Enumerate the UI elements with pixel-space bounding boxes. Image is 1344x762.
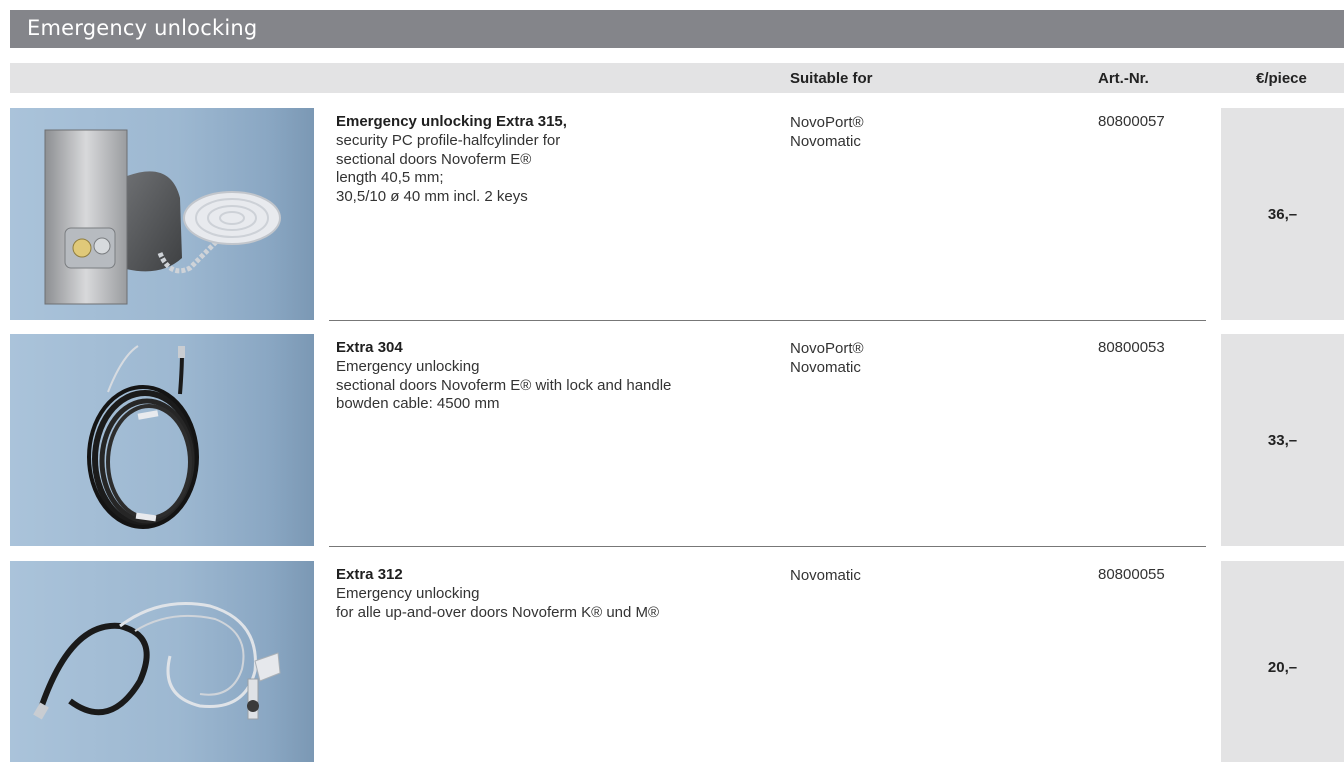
- coiled-bowden-cable-image: [87, 345, 199, 529]
- product-price: 33,–: [1267, 432, 1298, 449]
- table-header: Suitable for Art.-Nr. €/piece: [10, 63, 1344, 93]
- column-header-suitable-for: Suitable for: [790, 70, 873, 87]
- product-name: Extra 312: [336, 566, 403, 583]
- row-divider: [329, 546, 1206, 547]
- column-header-art-nr: Art.-Nr.: [1098, 70, 1149, 87]
- row-divider: [329, 320, 1206, 321]
- product-art-nr: 80800057: [1098, 113, 1165, 130]
- product-description: Emergency unlocking sectional doors Novo…: [336, 358, 672, 412]
- product-suitable-for: NovoPort® Novomatic: [790, 114, 864, 150]
- product-image: [10, 108, 314, 320]
- price-cell: 20,–: [1221, 561, 1344, 762]
- product-name: Extra 304: [336, 339, 403, 356]
- cable-with-handle-image: [33, 602, 281, 720]
- product-price: 36,–: [1267, 206, 1298, 223]
- price-cell: 36,–: [1221, 108, 1344, 320]
- product-image: [10, 334, 314, 546]
- column-header-price: €/piece: [1256, 70, 1307, 87]
- product-art-nr: 80800055: [1098, 566, 1165, 583]
- lock-cylinder-with-cable-image: [44, 129, 281, 305]
- product-suitable-for: NovoPort® Novomatic: [790, 340, 864, 376]
- section-title: Emergency unlocking: [27, 16, 258, 40]
- product-description: security PC profile-halfcylinder for sec…: [336, 132, 561, 205]
- product-description: Emergency unlocking for alle up-and-over…: [336, 585, 660, 621]
- product-row: Extra 304 Emergency unlocking sectional …: [0, 334, 1344, 546]
- product-image: [10, 561, 314, 762]
- product-price: 20,–: [1267, 659, 1298, 676]
- product-row: Emergency unlocking Extra 315, security …: [0, 108, 1344, 320]
- price-cell: 33,–: [1221, 334, 1344, 546]
- product-suitable-for: Novomatic: [790, 567, 861, 584]
- product-art-nr: 80800053: [1098, 339, 1165, 356]
- section-title-bar: Emergency unlocking: [10, 10, 1344, 48]
- product-row: Extra 312 Emergency unlocking for alle u…: [0, 561, 1344, 762]
- product-name: Emergency unlocking Extra 315,: [336, 113, 567, 130]
